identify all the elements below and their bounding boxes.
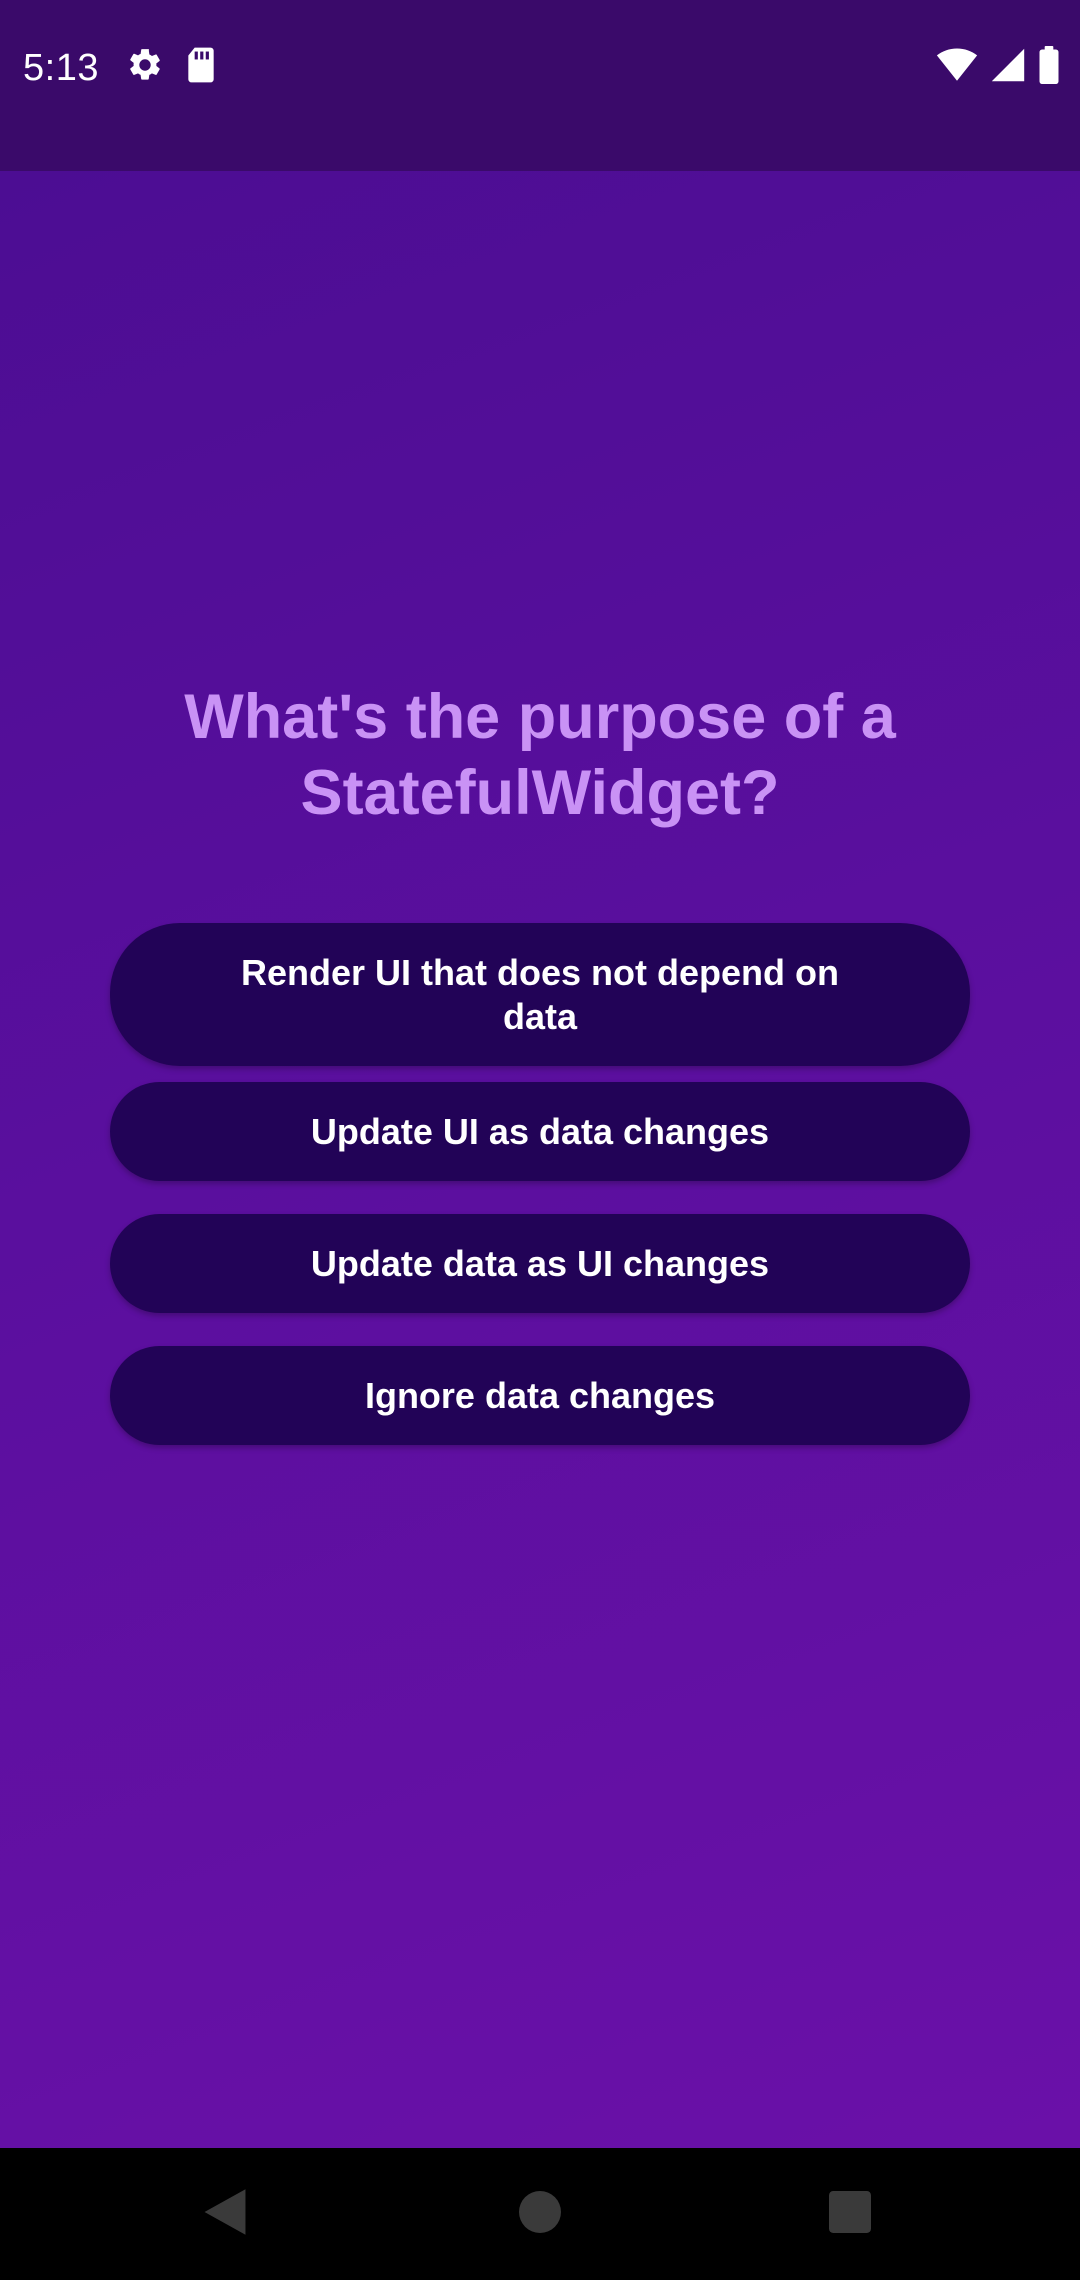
answer-label-1: Render UI that does not depend on data [240, 951, 839, 1037]
back-icon [202, 2187, 248, 2242]
status-left-icons [126, 46, 218, 84]
recents-icon [829, 2190, 871, 2238]
nav-home-button[interactable] [498, 2172, 582, 2256]
wifi-icon [936, 47, 978, 83]
status-right-icons [936, 46, 1060, 84]
question-text: What's the purpose of a StatefulWidget? [184, 682, 896, 828]
settings-gear-icon [126, 46, 164, 84]
navigation-bar [0, 2148, 1080, 2280]
battery-icon [1038, 46, 1060, 84]
home-icon [519, 2190, 561, 2238]
quiz-screen: What's the purpose of a StatefulWidget? … [0, 171, 1080, 2148]
answer-button-4[interactable]: Ignore data changes [110, 1346, 970, 1445]
nav-recents-button[interactable] [808, 2172, 892, 2256]
answer-button-1[interactable]: Render UI that does not depend on data [110, 923, 970, 1066]
status-time: 5:13 [23, 47, 99, 89]
status-bar: 5:13 [0, 0, 1080, 171]
answer-label-2: Update UI as data changes [310, 1110, 770, 1152]
nav-back-button[interactable] [183, 2172, 267, 2256]
answer-button-2[interactable]: Update UI as data changes [110, 1082, 970, 1181]
cell-signal-icon [990, 47, 1026, 83]
sd-card-icon [184, 46, 218, 84]
answer-button-3[interactable]: Update data as UI changes [110, 1214, 970, 1313]
answer-label-3: Update data as UI changes [310, 1242, 770, 1284]
answer-label-4: Ignore data changes [364, 1374, 716, 1416]
